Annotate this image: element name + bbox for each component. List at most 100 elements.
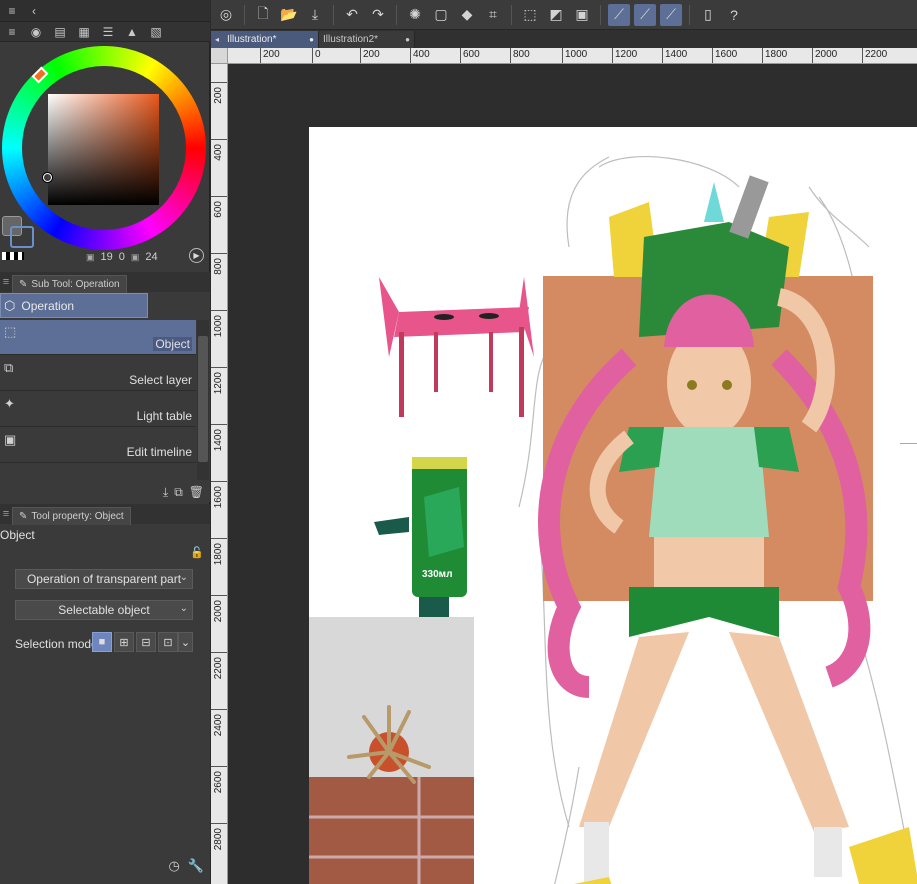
snap-special-icon[interactable]: ⟋ bbox=[634, 3, 656, 26]
device-icon[interactable]: ▯ bbox=[697, 4, 719, 26]
divider bbox=[511, 4, 512, 25]
new-selection-button[interactable]: ■ bbox=[92, 632, 112, 652]
edit-timeline-icon: ▣ bbox=[4, 432, 17, 447]
trash-icon[interactable]: 🗑 bbox=[189, 485, 204, 499]
subtool-tab[interactable]: ✎ Sub Tool: Operation bbox=[12, 274, 127, 293]
color-history-tab-icon[interactable]: ▧ bbox=[148, 25, 164, 39]
transparent-color-swatch[interactable] bbox=[2, 252, 24, 260]
subtool-scrollbar[interactable] bbox=[197, 320, 209, 480]
divider bbox=[600, 4, 601, 25]
subtool-item-object[interactable]: ⬚ Object bbox=[0, 320, 196, 355]
tab-illustration[interactable]: Illustration* ● bbox=[223, 31, 319, 48]
ruler-v-label: 800 bbox=[211, 253, 227, 303]
panel-menu-icon[interactable]: ≡ bbox=[4, 25, 20, 39]
collapse-arrow-icon[interactable]: ‹ bbox=[26, 4, 42, 18]
duplicate-subtool-icon[interactable]: ⧉ bbox=[174, 485, 183, 500]
color-slider-tab-icon[interactable]: ▤ bbox=[52, 25, 68, 39]
sv-marker[interactable] bbox=[43, 173, 52, 182]
ruler-v-text: 800 bbox=[213, 258, 224, 275]
intermediate-color-tab-icon[interactable]: ☰ bbox=[100, 25, 116, 39]
transparent-part-dropdown[interactable]: Operation of transparent part ⌄ bbox=[15, 569, 193, 589]
ruler-v-text: 2000 bbox=[213, 600, 224, 623]
dropdown-value: Selectable object bbox=[58, 603, 150, 617]
color-values: ▣ 19 0 ▣ 24 bbox=[86, 251, 158, 263]
app-icon[interactable]: ◎ bbox=[215, 4, 237, 26]
horizontal-ruler[interactable]: 200 0 200 400 600 800 1000 1200 1400 1600 1800 2000… bbox=[228, 48, 917, 64]
ruler-v-text: 1200 bbox=[213, 372, 224, 395]
color-set-tab-icon[interactable]: ▦ bbox=[76, 25, 92, 39]
help-icon[interactable]: ? bbox=[723, 4, 745, 26]
tool-property-tab[interactable]: ✎ Tool property: Object bbox=[12, 506, 131, 525]
snap-grid-icon[interactable]: ⟋ bbox=[660, 3, 682, 26]
toggle-selection-button[interactable]: ⊡ bbox=[158, 632, 178, 652]
wrench-settings-icon[interactable]: 🔧 bbox=[188, 858, 204, 874]
reset-icon[interactable]: ◷ bbox=[168, 858, 179, 874]
tab-illustration2[interactable]: Illustration2* ● bbox=[319, 31, 415, 48]
selection-mode-label: Selection mode bbox=[15, 637, 98, 651]
selection-mode-menu[interactable]: ⌄ bbox=[178, 632, 193, 652]
saturation-value-square[interactable] bbox=[48, 94, 159, 205]
ruler-v-text: 2400 bbox=[213, 714, 224, 737]
subtool-panel: ≡ ✎ Sub Tool: Operation ⬡ Operation ⬚ Ob… bbox=[0, 272, 210, 482]
approximate-color-tab-icon[interactable]: ▲ bbox=[124, 25, 140, 39]
selectable-object-dropdown[interactable]: Selectable object ⌄ bbox=[15, 600, 193, 620]
ruler-h-label: 200 bbox=[260, 48, 280, 63]
canvas-area[interactable]: 330мл bbox=[228, 65, 917, 884]
redo-icon[interactable]: ↷ bbox=[367, 4, 389, 26]
object-arrow-icon: ⬚ bbox=[4, 324, 17, 339]
ruler-h-label: 2000 bbox=[812, 48, 837, 63]
play-icon[interactable]: ▶ bbox=[189, 248, 204, 263]
ruler-v-label: 1000 bbox=[211, 310, 227, 360]
transform-icon[interactable]: ⌗ bbox=[482, 4, 504, 26]
panel-menu-icon[interactable]: ≡ bbox=[0, 272, 12, 292]
collapse-panel-icon[interactable]: ◂ bbox=[211, 31, 223, 48]
close-tab-icon[interactable]: ● bbox=[405, 35, 410, 44]
clear-icon[interactable]: ▢ bbox=[430, 4, 452, 26]
loading-icon[interactable]: ✺ bbox=[404, 4, 426, 26]
ruler-v-text: 200 bbox=[213, 87, 224, 104]
subtool-item-label: Select layer bbox=[129, 373, 192, 387]
ruler-h-label: 400 bbox=[410, 48, 430, 63]
ruler-h-label: 600 bbox=[460, 48, 480, 63]
panel-menu-icon[interactable]: ≡ bbox=[4, 4, 20, 18]
panel-menu-icon[interactable]: ≡ bbox=[0, 504, 12, 524]
import-subtool-icon[interactable]: ⤓ bbox=[163, 485, 168, 500]
close-tab-icon[interactable]: ● bbox=[309, 35, 314, 44]
undo-icon[interactable]: ↶ bbox=[341, 4, 363, 26]
tool-property-footer: ◷ 🔧 bbox=[0, 854, 210, 878]
subtool-item-label: Edit timeline bbox=[126, 445, 192, 459]
scroll-thumb[interactable] bbox=[198, 336, 208, 462]
ruler-v-text: 1400 bbox=[213, 429, 224, 452]
clip-studio-window: ≡ ‹ ≡ ◉ ▤ ▦ ☰ ▲ ▧ ▣ 19 0 ▣ 24 ▶ ≡ ✎ Sub … bbox=[0, 0, 917, 884]
ruler-v-text: 1600 bbox=[213, 486, 224, 509]
ruler-h-label: 800 bbox=[510, 48, 530, 63]
deselect-icon[interactable]: ⬚ bbox=[519, 4, 541, 26]
subtool-item-select-layer[interactable]: ⧉ Select layer bbox=[0, 356, 196, 391]
border-icon[interactable]: ▣ bbox=[571, 4, 593, 26]
new-icon[interactable]: 🗋 bbox=[252, 4, 274, 26]
subtool-item-light-table[interactable]: ✦ Light table bbox=[0, 392, 196, 427]
save-icon[interactable]: ⤓ bbox=[304, 4, 326, 26]
sub-color-swatch[interactable] bbox=[10, 226, 34, 248]
ruler-h-label: 0 bbox=[312, 48, 321, 63]
subtool-group-label: Operation bbox=[21, 298, 75, 313]
tab-label: Illustration* bbox=[227, 34, 277, 45]
open-icon[interactable]: 📂 bbox=[278, 4, 300, 26]
snap-ruler-icon[interactable]: ⟋ bbox=[608, 3, 630, 26]
color-wheel-tab-icon[interactable]: ◉ bbox=[28, 25, 44, 39]
value-label-icon: ▣ bbox=[130, 251, 140, 262]
subtract-selection-button[interactable]: ⊟ bbox=[136, 632, 156, 652]
subtool-group-operation[interactable]: ⬡ Operation bbox=[0, 293, 148, 318]
divider bbox=[333, 4, 334, 25]
canvas-paper[interactable]: 330мл bbox=[309, 127, 917, 884]
ruler-h-label: 200 bbox=[360, 48, 380, 63]
add-selection-button[interactable]: ⊞ bbox=[114, 632, 134, 652]
invert-icon[interactable]: ◩ bbox=[545, 4, 567, 26]
ruler-v-label: 1200 bbox=[211, 367, 227, 417]
divider bbox=[396, 4, 397, 25]
subtract-selection-icon: ⊟ bbox=[141, 636, 151, 649]
vertical-ruler[interactable]: 200 400 600 800 1000 1200 1400 1600 1800 2000 2200… bbox=[211, 64, 228, 884]
lock-icon[interactable]: 🔓 bbox=[190, 546, 204, 559]
fill-icon[interactable]: ◆ bbox=[456, 4, 478, 26]
subtool-item-edit-timeline[interactable]: ▣ Edit timeline bbox=[0, 428, 196, 463]
